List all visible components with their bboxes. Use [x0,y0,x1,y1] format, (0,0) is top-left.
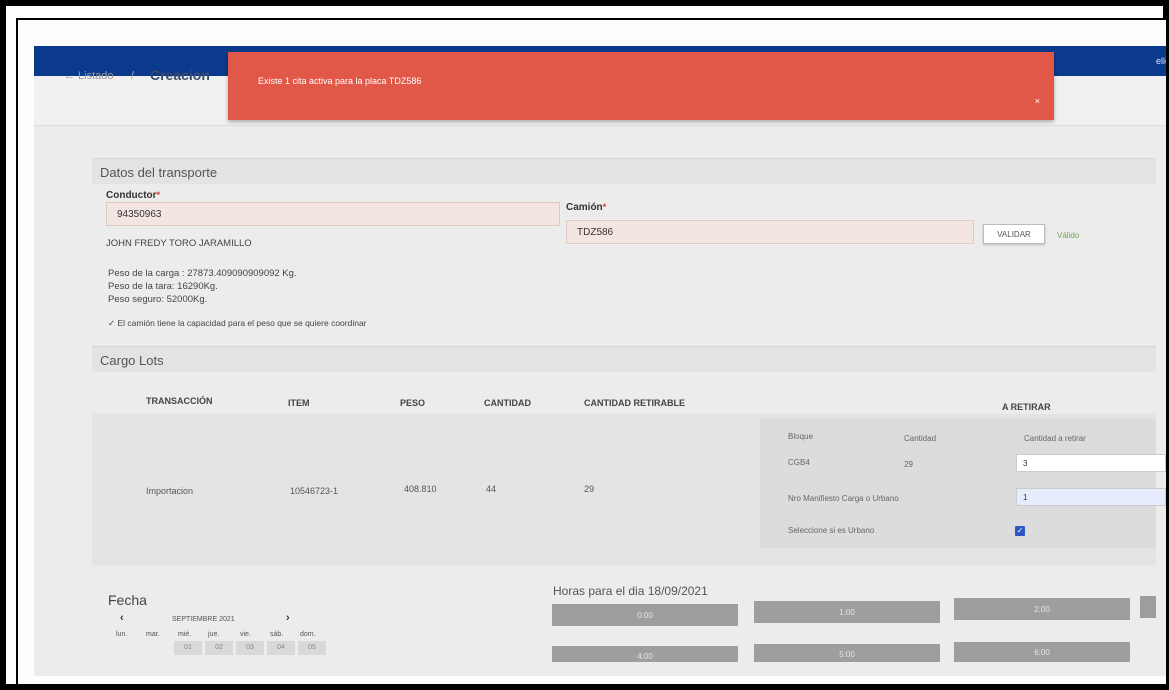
breadcrumb-separator: / [131,70,135,82]
breadcrumb-back-link[interactable]: ← Listado [64,70,114,82]
weekday-label: vie. [240,631,251,638]
calendar-month: SEPTIEMBRE 2021 [172,616,235,623]
urbano-label: Seleccione si es Urbano [788,526,875,535]
weekday-label: mié. [178,631,192,638]
conductor-input[interactable]: 94350963 [106,202,560,226]
hour-slot[interactable]: 2:00 [954,598,1130,620]
calendar-next-icon[interactable]: › [286,612,290,624]
weekday-label: sáb. [270,631,284,638]
col-header-peso: PESO [400,398,426,408]
manifiesto-label: Nro Manifiesto Carga o Urbano [788,494,899,503]
calendar-prev-icon[interactable]: ‹ [120,612,124,624]
bloque-label: Bloque [788,432,813,441]
col-header-a-retirar: A RETIRAR [1002,402,1051,412]
camion-label: Camión* [566,202,607,213]
section-cargo-title: Cargo Lots [100,353,164,368]
alert-toast: Existe 1 cita activa para la placa TDZ58… [228,52,1054,120]
weekday-label: dom. [300,631,316,638]
hour-slot[interactable]: 5:00 [754,644,940,662]
cantidad-label: Cantidad [904,434,937,443]
cell-cantidad-retirable: 29 [584,484,595,494]
hour-slot[interactable]: 0:00 [552,604,738,626]
manifiesto-input[interactable]: 1 [1016,488,1166,506]
section-transport-header: Datos del transporte [92,158,1156,184]
col-header-cantidad-retirable: CANTIDAD RETIRABLE [584,398,685,408]
validation-status: Válido [1057,231,1080,240]
cell-transaccion: Importacion [146,486,194,496]
bloque-value: CGB4 [788,458,810,467]
cell-cantidad: 44 [486,484,497,494]
peso-seguro-text: Peso seguro: 52000Kg. [108,294,208,305]
hour-slot[interactable]: 6:00 [954,642,1130,662]
section-transport-title: Datos del transporte [100,165,218,180]
capacity-message: ✓ El camión tiene la capacidad para el p… [108,318,367,328]
hour-slot[interactable]: 1:00 [754,601,940,623]
col-header-transaccion: TRANSACCIÓN [146,396,213,406]
user-menu[interactable]: ello [1156,56,1166,66]
calendar-day[interactable]: 04 [267,641,295,655]
breadcrumb-current-page: Creacion [150,67,210,83]
peso-carga-text: Peso de la carga : 27873.409090909092 Kg… [108,268,297,279]
cell-item: 10546723-1 [290,486,339,496]
camion-input[interactable]: TDZ586 [566,220,974,244]
cantidad-retirar-input[interactable]: 3 [1016,454,1166,472]
col-header-item: ITEM [288,398,310,408]
calendar-day[interactable]: 05 [298,641,326,655]
hour-slot[interactable]: 4:00 [552,646,738,662]
cell-peso: 408.810 [404,484,437,494]
calendar-day[interactable]: 01 [174,641,202,655]
conductor-label: Conductor* [106,190,161,201]
calendar-day[interactable]: 03 [236,641,264,655]
peso-tara-text: Peso de la tara: 16290Kg. [108,281,218,292]
hours-title: Horas para el dia 18/09/2021 [553,584,708,598]
alert-message: Existe 1 cita activa para la placa TDZ58… [258,76,422,86]
validar-button[interactable]: VALIDAR [983,224,1045,244]
calendar-day[interactable]: 02 [205,641,233,655]
weekday-label: jue. [208,631,220,638]
section-cargo-header: Cargo Lots [92,346,1156,372]
col-header-cantidad: CANTIDAD [484,398,531,408]
conductor-name: JOHN FREDY TORO JARAMILLO [106,238,252,249]
alert-close-icon[interactable]: × [1035,96,1040,106]
weekday-label: mar. [146,631,160,638]
hour-slot-partial[interactable] [1140,596,1156,618]
cantidad-retirar-label: Cantidad a retirar [1024,434,1086,443]
weekday-label: lun. [116,631,128,638]
urbano-checkbox[interactable]: ✓ [1015,526,1025,536]
cantidad-value: 29 [904,460,913,469]
fecha-title: Fecha [108,592,147,608]
